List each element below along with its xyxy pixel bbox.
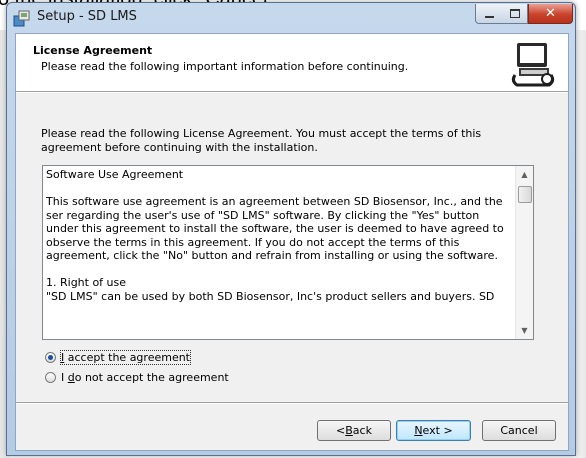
setup-app-icon <box>13 10 31 28</box>
license-scrollbar[interactable]: ▲ ▼ <box>515 166 533 339</box>
decline-label-rest: o not accept the agreement <box>74 370 229 384</box>
next-label-accelerator: N <box>414 424 423 437</box>
license-intro-text: Please read the following License Agreem… <box>41 127 482 154</box>
setup-computer-icon <box>509 39 557 87</box>
next-label-rest: ext > <box>422 424 453 437</box>
accept-label-rest: accept the agreement <box>64 350 190 364</box>
accept-radio-button[interactable] <box>45 351 56 363</box>
close-button[interactable]: ✕ <box>528 4 573 24</box>
minimize-icon <box>484 15 494 18</box>
decline-radio-option[interactable]: I do not accept the agreement <box>45 369 229 385</box>
back-label-pre: < <box>336 424 346 437</box>
license-text: Software Use Agreement This software use… <box>46 168 504 303</box>
setup-window: Setup - SD LMS ✕ License Agreement Pleas… <box>6 2 576 456</box>
license-text-box[interactable]: Software Use Agreement This software use… <box>42 165 534 340</box>
decline-label-pre: I <box>61 370 68 384</box>
wizard-header: License Agreement Please read the follow… <box>16 34 568 92</box>
scroll-up-icon[interactable]: ▲ <box>516 166 533 183</box>
decline-label-accelerator: d <box>67 370 75 384</box>
back-button[interactable]: < Back <box>317 420 391 441</box>
close-icon: ✕ <box>545 6 556 21</box>
decline-radio-button[interactable] <box>45 371 56 383</box>
back-label-accelerator: B <box>345 424 353 437</box>
cancel-button[interactable]: Cancel <box>482 420 556 441</box>
accept-radio-option[interactable]: I accept the agreement <box>45 349 191 365</box>
minimize-button[interactable] <box>475 4 503 24</box>
back-label-rest: ack <box>352 424 372 437</box>
page-subtitle: Please read the following important info… <box>41 60 409 73</box>
decline-radio-label[interactable]: I do not accept the agreement <box>61 371 229 384</box>
page-title: License Agreement <box>33 44 153 57</box>
title-bar[interactable]: Setup - SD LMS ✕ <box>7 3 575 33</box>
maximize-icon <box>509 9 520 18</box>
background-right-strip <box>576 30 586 458</box>
scroll-down-icon[interactable]: ▼ <box>516 322 533 339</box>
accept-radio-label[interactable]: I accept the agreement <box>60 349 191 365</box>
header-divider <box>16 92 568 93</box>
scroll-thumb[interactable] <box>518 186 532 203</box>
maximize-button[interactable] <box>502 4 528 24</box>
next-button[interactable]: Next > <box>396 420 471 441</box>
wizard-client-area: License Agreement Please read the follow… <box>15 33 569 451</box>
window-title: Setup - SD LMS <box>37 9 137 24</box>
footer-divider-highlight <box>16 403 568 404</box>
